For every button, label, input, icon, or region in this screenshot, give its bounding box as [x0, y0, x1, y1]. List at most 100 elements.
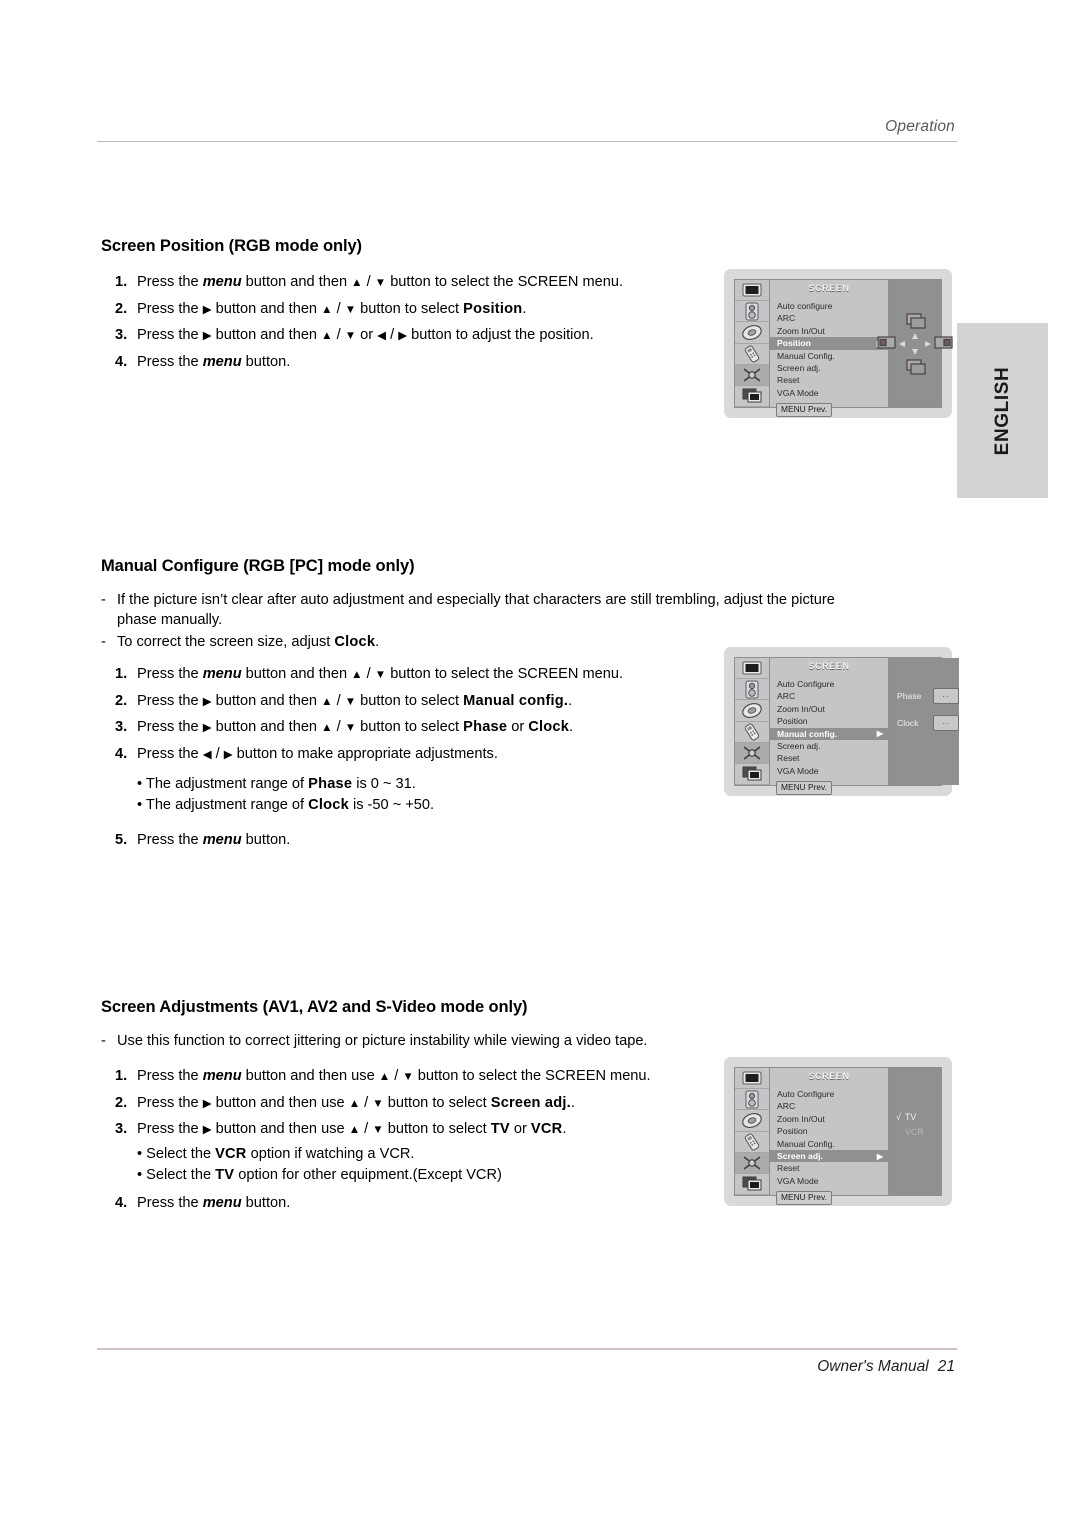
- osd-menu-item-zoom-in-out[interactable]: Zoom In/Out: [777, 1113, 888, 1125]
- osd-preview-pane: Phase ·· Clock ··: [889, 658, 959, 785]
- osd-option-tv[interactable]: √ TV: [896, 1110, 941, 1125]
- osd-screenshot-position: SCREEN Auto configure ARC Zoom In/Out Po…: [724, 269, 953, 418]
- osd-menu-item-arc[interactable]: ARC: [777, 312, 888, 324]
- footer-text: Owner's Manual 21: [97, 1358, 957, 1376]
- screen-icon[interactable]: [735, 742, 769, 764]
- step-item: 4. Press the menu button.: [115, 1191, 741, 1217]
- bullet-item: • The adjustment range of Clock is -50 ~…: [137, 797, 435, 813]
- section-title: Manual Configure (RGB [PC] mode only): [101, 557, 415, 575]
- section-title: Screen Adjustments (AV1, AV2 and S-Video…: [101, 998, 528, 1016]
- osd-menu-item-auto-configure[interactable]: Auto Configure: [777, 1088, 888, 1100]
- osd-preview-pane: [877, 280, 953, 407]
- sound-icon[interactable]: [735, 1089, 769, 1111]
- osd-frame: SCREEN Auto Configure ARC Zoom In/Out Po…: [734, 657, 959, 796]
- osd-menu-item-reset[interactable]: Reset: [777, 374, 888, 386]
- timer-icon[interactable]: [735, 1110, 769, 1132]
- osd-menu-item-label: Position: [777, 338, 811, 349]
- chevron-right-icon: ▶: [876, 729, 883, 739]
- osd-menu-prev-button[interactable]: MENU Prev.: [776, 1191, 832, 1206]
- step-number: 2.: [115, 1094, 128, 1111]
- picture-icon[interactable]: [735, 1068, 769, 1090]
- osd-menu-item-zoom-in-out[interactable]: Zoom In/Out: [777, 325, 888, 337]
- step-number: 1.: [115, 274, 128, 290]
- dash-marker: -: [101, 1033, 106, 1049]
- dash-marker: -: [101, 634, 106, 650]
- bullet-list: • Select the VCR option if watching a VC…: [101, 1144, 741, 1186]
- osd-menu-item-vga-mode[interactable]: VGA Mode: [777, 1175, 888, 1187]
- osd-menu-item-screen-adj[interactable]: Screen adj.: [777, 362, 888, 374]
- picture-icon[interactable]: [735, 280, 769, 302]
- dash-marker: -: [101, 592, 106, 608]
- step-list: 1. Press the menu button and then ▲ / ▼ …: [101, 270, 701, 375]
- osd-menu-item-manual-config[interactable]: Manual config. ▶: [770, 727, 888, 741]
- step-item: 5. Press the menu button.: [115, 828, 871, 854]
- osd-menu-item-auto-configure[interactable]: Auto Configure: [777, 678, 888, 690]
- osd-menu-item-arc[interactable]: ARC: [777, 1100, 888, 1112]
- osd-menu-item-position[interactable]: Position▶: [770, 337, 888, 350]
- sound-icon[interactable]: [735, 679, 769, 701]
- step-number: 5.: [115, 832, 128, 848]
- step-list: 1. Press the menu button and then use ▲ …: [101, 1064, 741, 1144]
- step-number: 3.: [115, 1121, 128, 1137]
- page-number: 21: [937, 1358, 955, 1375]
- timer-icon[interactable]: [735, 700, 769, 722]
- language-tab-label: ENGLISH: [991, 366, 1013, 455]
- step-text: Press the menu button and then ▲ / ▼ but…: [137, 274, 624, 290]
- osd-menu-prev-button[interactable]: MENU Prev.: [776, 781, 832, 796]
- step-text: Press the ▶ button and then use ▲ / ▼ bu…: [137, 1094, 575, 1111]
- step-number: 3.: [115, 327, 128, 343]
- osd-menu-item-vga-mode[interactable]: VGA Mode: [777, 387, 888, 399]
- step-text: Press the ▶ button and then ▲ / ▼ or ◀ /…: [137, 327, 594, 343]
- remote-icon[interactable]: [735, 344, 769, 365]
- osd-menu-item-position[interactable]: Position: [777, 1125, 888, 1137]
- screen-icon[interactable]: [735, 1152, 769, 1174]
- pip-icon[interactable]: [735, 1174, 769, 1196]
- osd-menu-item-arc[interactable]: ARC: [777, 690, 888, 702]
- osd-menu-item-zoom-in-out[interactable]: Zoom In/Out: [777, 703, 888, 715]
- osd-row-clock: Clock ··: [897, 715, 959, 731]
- osd-row-label: Phase: [897, 691, 922, 701]
- osd-menu-item-label: Manual config.: [777, 728, 838, 739]
- osd-menu-item-reset[interactable]: Reset: [777, 1162, 888, 1174]
- step-item: 4. Press the menu button.: [115, 350, 701, 376]
- osd-menu-item-manual-config[interactable]: Manual Config.: [777, 1138, 888, 1150]
- osd-menu-list: Auto Configure ARC Zoom In/Out Position …: [770, 1088, 888, 1187]
- osd-frame: SCREEN Auto Configure ARC Zoom In/Out Po…: [734, 1067, 942, 1206]
- timer-icon[interactable]: [735, 322, 769, 344]
- osd-menu-item-position[interactable]: Position: [777, 715, 888, 727]
- osd-menu-item-reset[interactable]: Reset: [777, 752, 888, 764]
- osd-menu-item-label: Screen adj.: [777, 1151, 823, 1162]
- osd-preview-pane: √ TV VCR: [889, 1068, 941, 1195]
- osd-menu-column: SCREEN Auto configure ARC Zoom In/Out Po…: [770, 280, 889, 418]
- footer-label: Owner's Manual: [817, 1358, 929, 1375]
- pip-icon[interactable]: [735, 386, 769, 408]
- remote-icon[interactable]: [735, 722, 769, 743]
- footer-divider: [97, 1348, 957, 1350]
- page-footer: Owner's Manual 21: [97, 1348, 957, 1376]
- osd-option-vcr[interactable]: VCR: [896, 1125, 941, 1140]
- remote-icon[interactable]: [735, 1132, 769, 1153]
- step-number: 2.: [115, 300, 128, 317]
- osd-row-value[interactable]: ··: [933, 715, 959, 731]
- osd-menu-item-manual-config[interactable]: Manual Config.: [777, 350, 888, 362]
- sound-icon[interactable]: [735, 301, 769, 323]
- page-header: Operation: [97, 118, 957, 142]
- language-tab-english: ENGLISH: [957, 323, 1048, 498]
- pip-icon[interactable]: [735, 764, 769, 786]
- picture-icon[interactable]: [735, 658, 769, 680]
- note-line: - Use this function to correct jittering…: [101, 1031, 741, 1051]
- osd-menu-column: SCREEN Auto Configure ARC Zoom In/Out Po…: [770, 1068, 889, 1206]
- osd-menu-item-screen-adj[interactable]: Screen adj. ▶: [770, 1150, 888, 1163]
- step-item: 3. Press the ▶ button and then ▲ / ▼ or …: [115, 323, 701, 350]
- screen-icon[interactable]: [735, 364, 769, 386]
- step-number: 4.: [115, 745, 128, 762]
- osd-menu-title: SCREEN: [808, 661, 850, 671]
- osd-menu-list: Auto Configure ARC Zoom In/Out Position …: [770, 678, 888, 777]
- osd-menu-item-vga-mode[interactable]: VGA Mode: [777, 765, 888, 777]
- osd-option-label: TV: [905, 1112, 917, 1122]
- osd-menu-item-auto-configure[interactable]: Auto configure: [777, 300, 888, 312]
- osd-menu-list: Auto configure ARC Zoom In/Out Position▶…: [770, 300, 888, 399]
- osd-menu-prev-button[interactable]: MENU Prev.: [776, 403, 832, 418]
- osd-row-value[interactable]: ··: [933, 688, 959, 704]
- osd-menu-item-screen-adj[interactable]: Screen adj.: [777, 740, 888, 752]
